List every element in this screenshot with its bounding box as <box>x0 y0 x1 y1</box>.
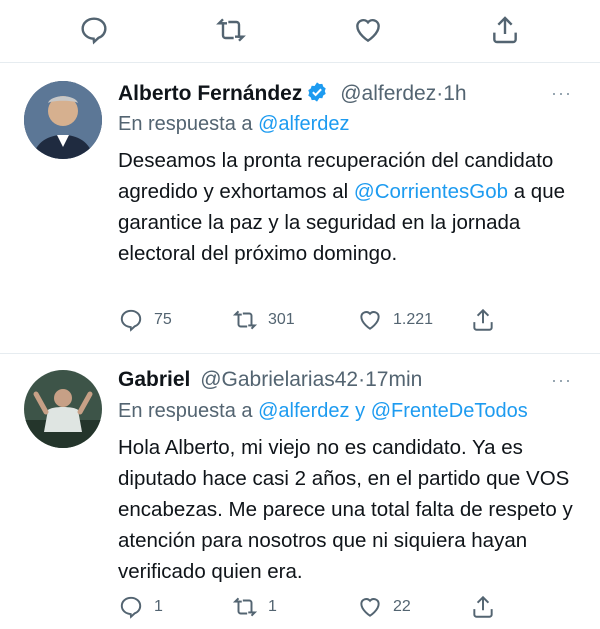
previous-tweet-actions <box>0 0 600 62</box>
reply-context: En respuesta a @alferdez <box>118 113 350 136</box>
share-icon <box>473 308 493 331</box>
reply-icon <box>120 596 142 619</box>
avatar[interactable] <box>24 370 102 448</box>
mention-link[interactable]: @CorrientesGob <box>354 180 508 203</box>
reply-context: En respuesta a @alferdez y @FrenteDeTodo… <box>118 400 528 423</box>
author-name[interactable]: Gabriel <box>118 368 190 391</box>
tweet[interactable]: Alberto Fernández @alferdez·1h ··· En re… <box>0 63 600 353</box>
like-count: 1.221 <box>393 311 434 328</box>
tweet-time[interactable]: 1h <box>443 82 466 105</box>
share-button[interactable] <box>470 594 496 620</box>
retweet-count: 301 <box>268 311 295 328</box>
tweet-text: Deseamos la pronta recuperación del cand… <box>118 145 578 269</box>
retweet-icon <box>232 597 258 617</box>
tweet-actions: 75 301 1.221 <box>112 307 532 337</box>
retweet-icon <box>232 310 258 330</box>
like-icon <box>360 598 380 617</box>
like-button[interactable]: 22 <box>357 594 411 620</box>
like-icon[interactable] <box>352 14 384 46</box>
reply-icon <box>120 309 142 332</box>
tweet[interactable]: Gabriel @Gabrielarias42·17min ··· En res… <box>0 354 600 629</box>
like-icon <box>360 311 380 330</box>
reply-mention[interactable]: @FrenteDeTodos <box>371 400 528 422</box>
retweet-button[interactable]: 301 <box>232 307 295 333</box>
reply-prefix: En respuesta a <box>118 113 253 135</box>
reply-button[interactable]: 75 <box>118 307 172 333</box>
reply-count: 1 <box>154 598 163 615</box>
share-icon <box>473 595 493 618</box>
tweet-time[interactable]: 17min <box>365 368 422 391</box>
more-options-icon[interactable]: ··· <box>551 370 572 391</box>
retweet-count: 1 <box>268 598 277 615</box>
author-name[interactable]: Alberto Fernández <box>118 82 302 105</box>
retweet-icon[interactable] <box>215 14 247 46</box>
reply-prefix: En respuesta a <box>118 400 253 422</box>
verified-badge-icon <box>306 81 328 109</box>
reply-mention[interactable]: @alferdez <box>258 400 349 422</box>
reply-mention[interactable]: @alferdez <box>258 113 349 135</box>
share-button[interactable] <box>470 307 496 333</box>
retweet-button[interactable]: 1 <box>232 594 277 620</box>
tweet-text: Hola Alberto, mi viejo no es candidato. … <box>118 436 573 583</box>
like-button[interactable]: 1.221 <box>357 307 433 333</box>
author-handle[interactable]: @alferdez <box>340 82 436 105</box>
reply-count: 75 <box>154 311 172 328</box>
share-icon[interactable] <box>489 14 521 46</box>
tweet-actions: 1 1 22 <box>112 594 532 624</box>
like-count: 22 <box>393 598 411 615</box>
reply-and: y <box>355 400 366 422</box>
avatar[interactable] <box>24 81 102 159</box>
reply-button[interactable]: 1 <box>118 594 163 620</box>
reply-icon[interactable] <box>78 14 110 46</box>
more-options-icon[interactable]: ··· <box>551 83 572 104</box>
author-handle[interactable]: @Gabrielarias42 <box>200 368 358 391</box>
